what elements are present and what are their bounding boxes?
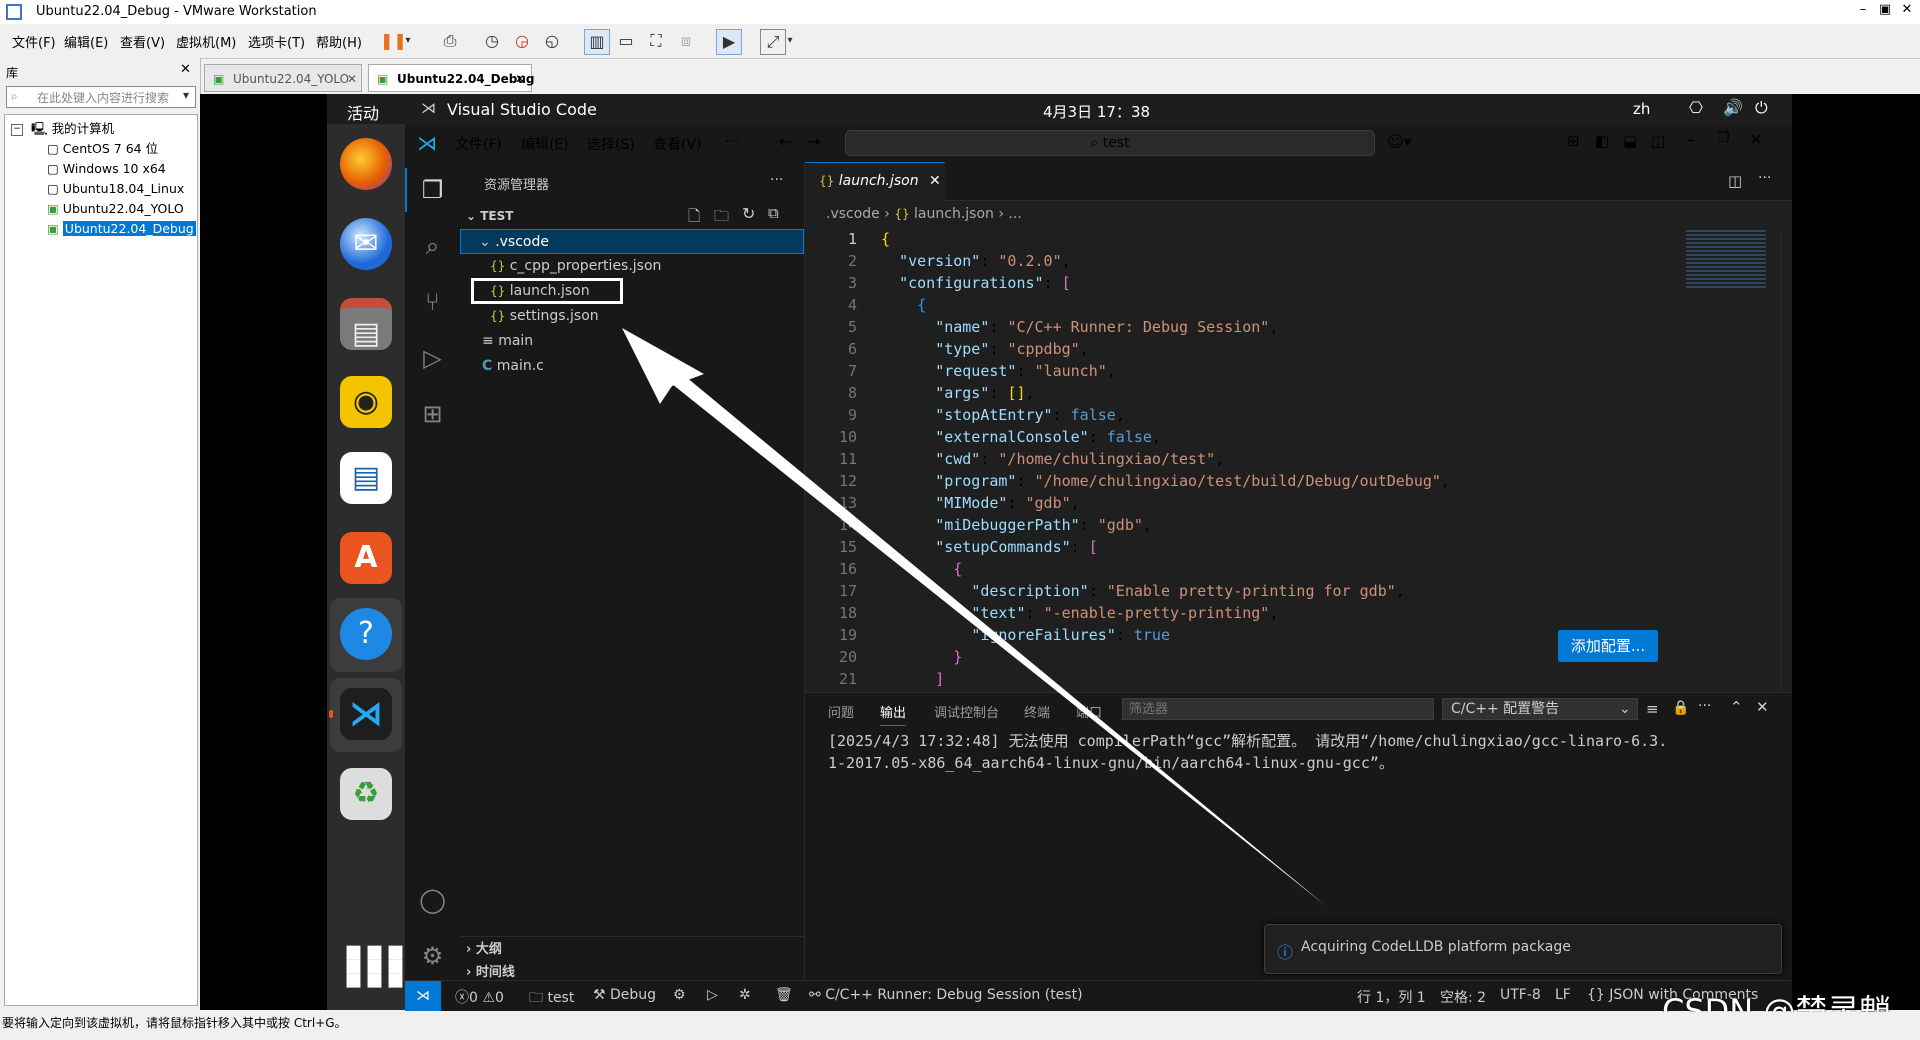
vmware-status-bar: 要将输入定向到该虚拟机，请将鼠标指针移入其中或按 Ctrl+G。 <box>0 1012 1920 1040</box>
status-message: 要将输入定向到该虚拟机，请将鼠标指针移入其中或按 Ctrl+G。 <box>2 1016 347 1030</box>
arrow-shaft <box>642 348 1326 906</box>
annotation-arrow <box>622 328 1326 906</box>
